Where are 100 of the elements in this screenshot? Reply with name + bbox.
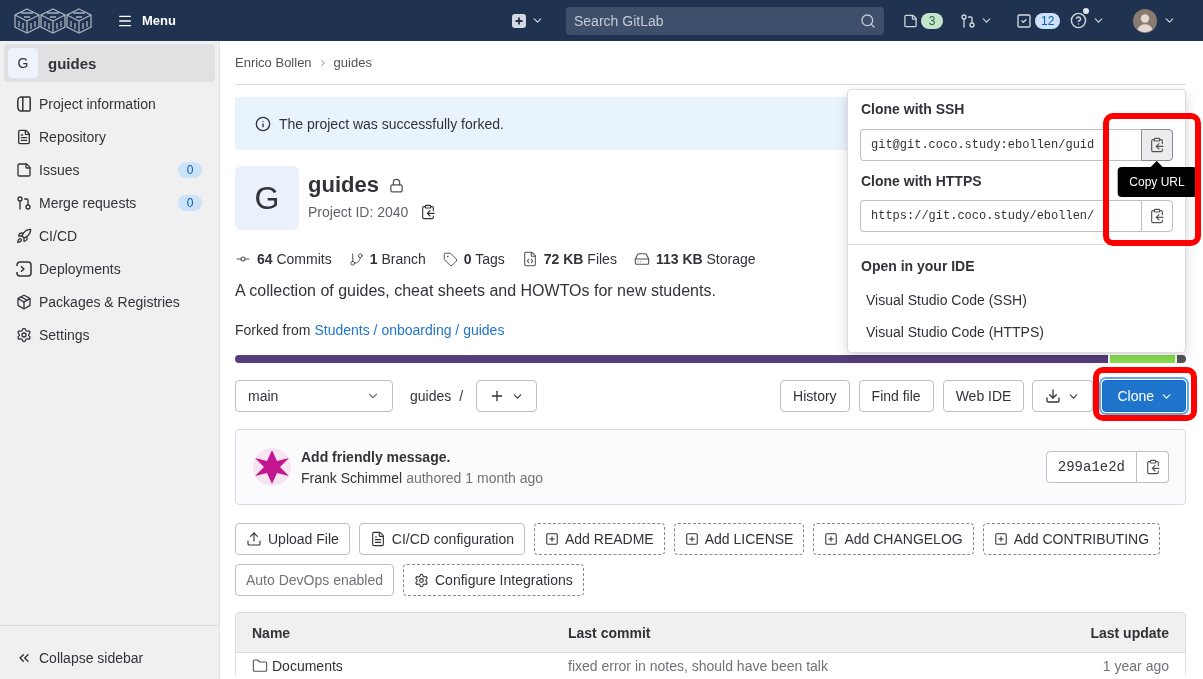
ide-menu-item[interactable]: Visual Studio Code (HTTPS) [848, 316, 1185, 348]
auto-devops-button[interactable]: Auto DevOps enabled [235, 564, 394, 596]
sidebar-item[interactable]: Issues 0 [0, 153, 219, 186]
sidebar-item[interactable]: Deployments [0, 252, 219, 285]
sidebar-item[interactable]: Settings [0, 318, 219, 351]
cubes-logo-icon[interactable] [14, 7, 92, 34]
count-badge: 12 [1035, 12, 1061, 29]
language-segment [1110, 355, 1175, 363]
breadcrumb-link[interactable]: guides [333, 55, 372, 70]
plus-square-icon [684, 532, 699, 546]
stat-link[interactable]: 113 KB Storage [633, 249, 756, 269]
last-update-cell: 1 year ago [1102, 657, 1169, 675]
sidebar-item[interactable]: Repository [0, 120, 219, 153]
copy-icon [1144, 459, 1161, 475]
configure-integrations-button[interactable]: Configure Integrations [403, 564, 584, 596]
download-button[interactable] [1032, 380, 1094, 412]
info-icon [255, 115, 271, 132]
language-segment [1177, 355, 1186, 363]
issues-button[interactable]: 3 [903, 6, 943, 35]
copy-sha-button[interactable] [1137, 451, 1169, 483]
add-file-button[interactable]: Add CHANGELOG [813, 523, 974, 555]
plus-square-icon [545, 532, 559, 546]
count-badge: 3 [921, 12, 943, 29]
copy-url-button[interactable] [1141, 200, 1173, 232]
add-file-button[interactable]: Add CONTRIBUTING [982, 523, 1161, 555]
search-field[interactable]: Search GitLab [566, 6, 884, 35]
sidebar-item[interactable]: Project information [0, 87, 219, 120]
file-name-link[interactable]: Documents [272, 657, 343, 675]
column-header: Last update [1090, 624, 1169, 641]
add-file-button[interactable]: Add LICENSE [673, 523, 805, 555]
upload-button[interactable]: Upload File [235, 523, 350, 555]
file-code-icon [521, 251, 538, 267]
project-avatar: G [8, 48, 38, 78]
sidebar-item[interactable]: CI/CD [0, 219, 219, 252]
settings-icon [414, 572, 429, 588]
clone-button[interactable]: Clone [1102, 380, 1186, 412]
todos-button[interactable]: 12 [1016, 6, 1062, 35]
sidebar-project-item[interactable]: G guides [4, 44, 215, 82]
plus-square-icon [993, 532, 1008, 546]
upload-icon [246, 531, 262, 547]
author-link[interactable]: Frank Schimmel [301, 467, 403, 488]
square-arrow-icon [16, 260, 32, 277]
section-heading: Clone with SSH [861, 100, 965, 119]
commit-meta: authored 1 month ago [406, 468, 544, 488]
url-field[interactable]: https://git.coco.study/ebollen/ [860, 200, 1141, 232]
copy-icon[interactable] [420, 204, 437, 220]
merge-request-icon [960, 12, 976, 29]
commit-message-link[interactable]: fixed error in notes, should have been talk [568, 657, 828, 675]
stat-link[interactable]: 1 Branch [348, 249, 426, 269]
path-link[interactable]: guides [410, 388, 452, 404]
download-icon [1045, 388, 1062, 404]
breadcrumb-link[interactable]: Enrico Bollen [235, 55, 312, 70]
stat-link[interactable]: 64 Commits [235, 249, 332, 269]
package-icon [16, 293, 32, 310]
copy-url-button[interactable] [1141, 129, 1173, 161]
section-heading: Open in your IDE [861, 257, 975, 276]
section-heading: Clone with HTTPS [861, 172, 982, 191]
stat-link[interactable]: 0 Tags [442, 249, 505, 269]
copy-icon [1149, 137, 1165, 153]
sidebar-item[interactable]: Packages & Registries [0, 285, 219, 318]
project-id: Project ID: 2040 [308, 204, 409, 220]
toolbar-button[interactable]: Find file [858, 380, 934, 412]
add-dropdown-button[interactable] [476, 380, 538, 412]
tag-icon [442, 251, 458, 267]
toolbar-button[interactable]: History [780, 380, 850, 412]
folder-icon [252, 658, 268, 674]
ci-config-button[interactable]: CI/CD configuration [358, 523, 525, 555]
panel-icon [16, 95, 32, 112]
project-avatar: G [235, 166, 299, 230]
copy-icon [1149, 208, 1165, 224]
forked-source-link[interactable]: Students / onboarding / guides [314, 320, 505, 340]
toolbar-button[interactable]: Web IDE [942, 380, 1025, 412]
url-field[interactable]: git@git.coco.study:ebollen/guid [860, 129, 1141, 161]
alert-message: The project was successfully forked. [279, 115, 504, 132]
project-title: guides [308, 171, 379, 199]
project-name: guides [48, 54, 97, 72]
help-icon [1070, 12, 1087, 29]
settings-icon [16, 326, 32, 343]
plus-square-icon [824, 532, 839, 546]
stat-link[interactable]: 72 KB Files [521, 249, 617, 269]
note-icon [16, 161, 32, 178]
collapse-sidebar-button[interactable]: Collapse sidebar [0, 625, 219, 679]
note-icon [903, 12, 918, 29]
file-icon [369, 531, 386, 547]
commit-sha-button[interactable]: 299a1e2d [1045, 451, 1137, 483]
path-separator: / [459, 388, 464, 404]
user-avatar[interactable] [1133, 8, 1157, 33]
branch-dropdown[interactable]: main [235, 380, 393, 412]
rocket-icon [16, 227, 32, 244]
commit-title[interactable]: Add friendly message. [301, 446, 544, 467]
drive-icon [633, 251, 650, 267]
project-description: A collection of guides, cheat sheets and HOWTOs for new students. [235, 281, 716, 301]
forked-from-label: Forked from [235, 321, 311, 340]
sidebar-item[interactable]: Merge requests 0 [0, 186, 219, 219]
file-icon [16, 128, 32, 145]
add-file-button[interactable]: Add README [534, 523, 665, 555]
count-badge: 0 [178, 194, 202, 211]
tooltip: Copy URL [1117, 161, 1197, 197]
ide-menu-item[interactable]: Visual Studio Code (SSH) [848, 284, 1185, 316]
menu-button[interactable]: Menu [115, 8, 178, 33]
